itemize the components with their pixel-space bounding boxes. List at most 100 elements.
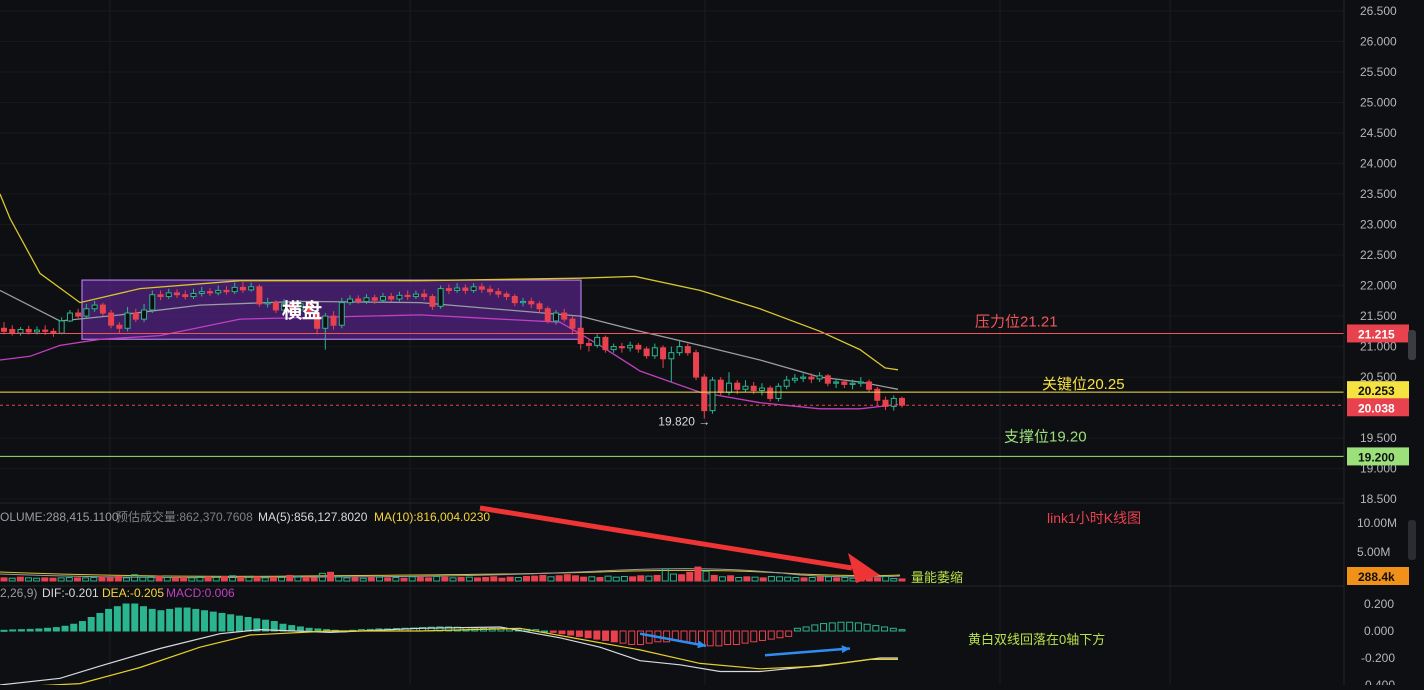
volume-bar [237, 576, 245, 582]
volume-bar [73, 577, 81, 582]
candle-body [651, 347, 658, 357]
volume-bar [180, 577, 188, 582]
volume-bar [220, 575, 228, 582]
volume-bar [898, 578, 906, 582]
scroll-handle [1408, 330, 1416, 360]
candle-body [190, 292, 197, 298]
candle-body [874, 388, 881, 401]
volume-bar [743, 576, 751, 582]
candle-body [816, 375, 823, 380]
macd-histogram-bar [898, 629, 906, 632]
candle-body [347, 298, 354, 304]
macd-histogram-bar [889, 627, 897, 632]
candle-body [783, 379, 790, 387]
grid-lines [0, 0, 1344, 685]
candle-body [198, 291, 205, 294]
volume-bar [261, 577, 269, 582]
volume-bar [351, 577, 359, 582]
macd-histogram-bar [78, 621, 86, 632]
volume-bar [449, 577, 457, 582]
volume-bar [286, 574, 294, 582]
key-price-tag: 20.253 [1358, 384, 1395, 398]
volume-bar [49, 577, 57, 582]
macd-legend-item: DIF:-0.201 [42, 586, 99, 600]
candle-body [75, 312, 82, 317]
volume-bar [376, 576, 384, 582]
candle-body [149, 294, 156, 311]
consolidation-label: 横盘 [282, 299, 322, 323]
volume-bar [122, 577, 130, 582]
macd-histogram-bar [828, 622, 836, 632]
candle-body [223, 289, 230, 293]
candle-body [429, 296, 436, 307]
price-axis-tick: 24.500 [1360, 126, 1397, 140]
candle-body [322, 315, 329, 329]
volume-bar [833, 577, 841, 582]
volume-bar [8, 577, 16, 582]
candle-body [454, 287, 461, 291]
macd-histogram-bar [567, 630, 575, 636]
volume-bar [506, 576, 514, 582]
volume-bar [41, 577, 49, 582]
candle-body [272, 302, 279, 311]
candle-body [116, 324, 123, 329]
candle-body [396, 294, 403, 300]
chart-title-label: link1小时K线图 [1047, 510, 1141, 526]
macd-histogram-bar [139, 606, 147, 632]
candle-body [660, 347, 667, 360]
candle-body [734, 382, 741, 390]
resistance-price-tag: 21.215 [1358, 327, 1395, 341]
candle-body [487, 288, 494, 293]
macd-histogram-bar [96, 612, 104, 632]
volume-bar [384, 577, 392, 582]
macd-legend-item: DEA:-0.205 [102, 586, 164, 600]
candle-body [725, 382, 732, 393]
macd-histogram-bar [767, 630, 775, 640]
volume-bar [302, 576, 310, 582]
macd-histogram-bar [122, 603, 130, 632]
macd-histogram-bar [305, 627, 313, 632]
macd-histogram-bar [811, 624, 819, 632]
macd-histogram-bar [227, 614, 235, 632]
macd-axis-tick: -0.200 [1361, 651, 1395, 665]
candle-body [561, 312, 568, 320]
candle-body [528, 300, 535, 305]
volume-bar [106, 577, 114, 582]
macd-histogram-bar [706, 630, 714, 647]
volume-bar [359, 577, 367, 582]
candle-body [264, 302, 271, 305]
macd-histogram-bar [218, 612, 226, 632]
volume-bar [441, 576, 449, 582]
candle-body [824, 375, 831, 384]
volume-bar [710, 574, 718, 582]
candle-body [478, 286, 485, 290]
macd-histogram-bar [17, 629, 25, 632]
volume-bar [163, 577, 171, 582]
volume-annotation: 量能萎缩 [911, 570, 963, 585]
volume-bar [171, 577, 179, 582]
candle-body [758, 387, 765, 392]
volume-bar [457, 577, 465, 582]
volume-bar [16, 576, 24, 582]
volume-bar [90, 577, 98, 582]
candle-body [91, 304, 98, 310]
macd-histogram-bar [157, 610, 165, 632]
volume-bar [514, 577, 522, 582]
volume-bar [114, 575, 122, 582]
volume-bar [604, 575, 612, 582]
macd-histogram-bar [44, 627, 52, 632]
volume-bar [269, 576, 277, 582]
volume-bar [98, 576, 106, 582]
candle-body [404, 294, 411, 298]
volume-bar [57, 577, 65, 582]
candle-body [42, 329, 49, 332]
candle-body [437, 288, 444, 307]
macd-histogram-bar [619, 630, 627, 644]
candle-body [124, 312, 131, 329]
price-axis-tick: 26.000 [1360, 35, 1397, 49]
volume-ma5-line [0, 568, 901, 579]
candle-body [421, 293, 428, 298]
candle-body [544, 308, 551, 322]
volume-bar [33, 577, 41, 582]
candle-body [338, 302, 345, 326]
